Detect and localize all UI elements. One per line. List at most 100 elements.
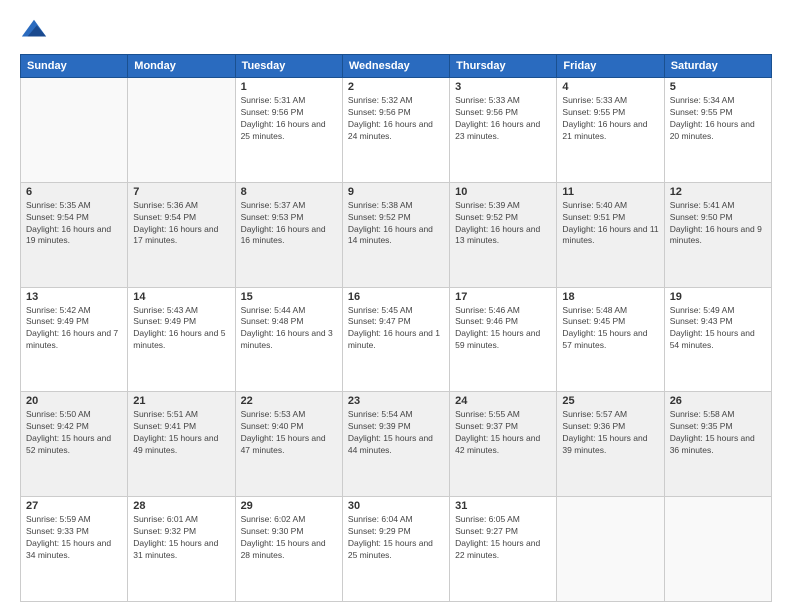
day-number: 13	[26, 291, 122, 303]
day-info: Sunrise: 5:40 AM Sunset: 9:51 PM Dayligh…	[562, 200, 658, 248]
day-number: 7	[133, 186, 229, 198]
day-cell: 19 Sunrise: 5:49 AM Sunset: 9:43 PM Dayli…	[664, 287, 771, 392]
day-number: 10	[455, 186, 551, 198]
day-number: 17	[455, 291, 551, 303]
day-cell	[21, 78, 128, 183]
day-info: Sunrise: 6:04 AM Sunset: 9:29 PM Dayligh…	[348, 514, 444, 562]
day-info: Sunrise: 5:58 AM Sunset: 9:35 PM Dayligh…	[670, 409, 766, 457]
day-cell: 18 Sunrise: 5:48 AM Sunset: 9:45 PM Dayli…	[557, 287, 664, 392]
day-cell	[664, 497, 771, 602]
day-number: 22	[241, 395, 337, 407]
day-info: Sunrise: 5:54 AM Sunset: 9:39 PM Dayligh…	[348, 409, 444, 457]
day-number: 23	[348, 395, 444, 407]
day-number: 30	[348, 500, 444, 512]
day-cell	[128, 78, 235, 183]
day-info: Sunrise: 5:49 AM Sunset: 9:43 PM Dayligh…	[670, 305, 766, 353]
page: SundayMondayTuesdayWednesdayThursdayFrid…	[0, 0, 792, 612]
day-cell: 16Sunrise: 5:45 AM Sunset: 9:47 PM Dayli…	[342, 287, 449, 392]
logo-icon	[20, 16, 48, 44]
day-info: Sunrise: 5:43 AM Sunset: 9:49 PM Dayligh…	[133, 305, 229, 353]
week-row-3: 13 Sunrise: 5:42 AM Sunset: 9:49 PM Dayli…	[21, 287, 772, 392]
weekday-header-row: SundayMondayTuesdayWednesdayThursdayFrid…	[21, 55, 772, 78]
day-cell: 13 Sunrise: 5:42 AM Sunset: 9:49 PM Dayli…	[21, 287, 128, 392]
day-info: Sunrise: 5:51 AM Sunset: 9:41 PM Dayligh…	[133, 409, 229, 457]
day-info: Sunrise: 5:31 AM Sunset: 9:56 PM Dayligh…	[241, 95, 337, 143]
day-cell: 26 Sunrise: 5:58 AM Sunset: 9:35 PM Dayli…	[664, 392, 771, 497]
week-row-2: 6Sunrise: 5:35 AM Sunset: 9:54 PM Daylig…	[21, 182, 772, 287]
day-number: 26	[670, 395, 766, 407]
day-cell	[557, 497, 664, 602]
weekday-header-sunday: Sunday	[21, 55, 128, 78]
day-cell: 21 Sunrise: 5:51 AM Sunset: 9:41 PM Dayli…	[128, 392, 235, 497]
day-info: Sunrise: 5:33 AM Sunset: 9:56 PM Dayligh…	[455, 95, 551, 143]
day-info: Sunrise: 5:39 AM Sunset: 9:52 PM Dayligh…	[455, 200, 551, 248]
day-info: Sunrise: 5:50 AM Sunset: 9:42 PM Dayligh…	[26, 409, 122, 457]
day-number: 8	[241, 186, 337, 198]
day-number: 24	[455, 395, 551, 407]
day-number: 18	[562, 291, 658, 303]
day-cell: 23 Sunrise: 5:54 AM Sunset: 9:39 PM Dayli…	[342, 392, 449, 497]
header	[20, 16, 772, 44]
day-cell: 14 Sunrise: 5:43 AM Sunset: 9:49 PM Dayli…	[128, 287, 235, 392]
day-number: 12	[670, 186, 766, 198]
day-info: Sunrise: 5:44 AM Sunset: 9:48 PM Dayligh…	[241, 305, 337, 353]
day-cell: 30 Sunrise: 6:04 AM Sunset: 9:29 PM Dayli…	[342, 497, 449, 602]
day-cell: 28 Sunrise: 6:01 AM Sunset: 9:32 PM Dayli…	[128, 497, 235, 602]
day-number: 29	[241, 500, 337, 512]
day-cell: 5Sunrise: 5:34 AM Sunset: 9:55 PM Daylig…	[664, 78, 771, 183]
weekday-header-tuesday: Tuesday	[235, 55, 342, 78]
day-number: 11	[562, 186, 658, 198]
calendar-table: SundayMondayTuesdayWednesdayThursdayFrid…	[20, 54, 772, 602]
day-info: Sunrise: 5:48 AM Sunset: 9:45 PM Dayligh…	[562, 305, 658, 353]
weekday-header-wednesday: Wednesday	[342, 55, 449, 78]
day-number: 21	[133, 395, 229, 407]
day-cell: 29Sunrise: 6:02 AM Sunset: 9:30 PM Dayli…	[235, 497, 342, 602]
day-number: 1	[241, 81, 337, 93]
logo	[20, 16, 52, 44]
day-cell: 6Sunrise: 5:35 AM Sunset: 9:54 PM Daylig…	[21, 182, 128, 287]
day-cell: 15 Sunrise: 5:44 AM Sunset: 9:48 PM Dayli…	[235, 287, 342, 392]
day-info: Sunrise: 5:35 AM Sunset: 9:54 PM Dayligh…	[26, 200, 122, 248]
day-info: Sunrise: 5:36 AM Sunset: 9:54 PM Dayligh…	[133, 200, 229, 248]
day-number: 14	[133, 291, 229, 303]
day-info: Sunrise: 5:41 AM Sunset: 9:50 PM Dayligh…	[670, 200, 766, 248]
day-cell: 10 Sunrise: 5:39 AM Sunset: 9:52 PM Dayli…	[450, 182, 557, 287]
day-info: Sunrise: 6:05 AM Sunset: 9:27 PM Dayligh…	[455, 514, 551, 562]
weekday-header-monday: Monday	[128, 55, 235, 78]
day-cell: 3 Sunrise: 5:33 AM Sunset: 9:56 PM Daylig…	[450, 78, 557, 183]
day-number: 25	[562, 395, 658, 407]
day-cell: 27 Sunrise: 5:59 AM Sunset: 9:33 PM Dayli…	[21, 497, 128, 602]
week-row-4: 20 Sunrise: 5:50 AM Sunset: 9:42 PM Dayli…	[21, 392, 772, 497]
day-number: 2	[348, 81, 444, 93]
day-info: Sunrise: 5:45 AM Sunset: 9:47 PM Dayligh…	[348, 305, 444, 353]
day-cell: 8 Sunrise: 5:37 AM Sunset: 9:53 PM Daylig…	[235, 182, 342, 287]
day-number: 4	[562, 81, 658, 93]
day-info: Sunrise: 5:53 AM Sunset: 9:40 PM Dayligh…	[241, 409, 337, 457]
day-number: 19	[670, 291, 766, 303]
day-cell: 9 Sunrise: 5:38 AM Sunset: 9:52 PM Daylig…	[342, 182, 449, 287]
day-number: 15	[241, 291, 337, 303]
day-number: 3	[455, 81, 551, 93]
day-cell: 1 Sunrise: 5:31 AM Sunset: 9:56 PM Daylig…	[235, 78, 342, 183]
day-cell: 17 Sunrise: 5:46 AM Sunset: 9:46 PM Dayli…	[450, 287, 557, 392]
day-cell: 2 Sunrise: 5:32 AM Sunset: 9:56 PM Daylig…	[342, 78, 449, 183]
day-number: 28	[133, 500, 229, 512]
day-info: Sunrise: 5:42 AM Sunset: 9:49 PM Dayligh…	[26, 305, 122, 353]
day-info: Sunrise: 5:57 AM Sunset: 9:36 PM Dayligh…	[562, 409, 658, 457]
day-info: Sunrise: 5:32 AM Sunset: 9:56 PM Dayligh…	[348, 95, 444, 143]
day-info: Sunrise: 5:37 AM Sunset: 9:53 PM Dayligh…	[241, 200, 337, 248]
day-number: 20	[26, 395, 122, 407]
day-info: Sunrise: 5:46 AM Sunset: 9:46 PM Dayligh…	[455, 305, 551, 353]
day-info: Sunrise: 5:33 AM Sunset: 9:55 PM Dayligh…	[562, 95, 658, 143]
day-number: 5	[670, 81, 766, 93]
day-number: 27	[26, 500, 122, 512]
day-cell: 11 Sunrise: 5:40 AM Sunset: 9:51 PM Dayli…	[557, 182, 664, 287]
week-row-5: 27 Sunrise: 5:59 AM Sunset: 9:33 PM Dayli…	[21, 497, 772, 602]
day-info: Sunrise: 6:01 AM Sunset: 9:32 PM Dayligh…	[133, 514, 229, 562]
day-info: Sunrise: 5:59 AM Sunset: 9:33 PM Dayligh…	[26, 514, 122, 562]
week-row-1: 1 Sunrise: 5:31 AM Sunset: 9:56 PM Daylig…	[21, 78, 772, 183]
day-cell: 31Sunrise: 6:05 AM Sunset: 9:27 PM Dayli…	[450, 497, 557, 602]
weekday-header-thursday: Thursday	[450, 55, 557, 78]
day-info: Sunrise: 5:38 AM Sunset: 9:52 PM Dayligh…	[348, 200, 444, 248]
day-number: 9	[348, 186, 444, 198]
